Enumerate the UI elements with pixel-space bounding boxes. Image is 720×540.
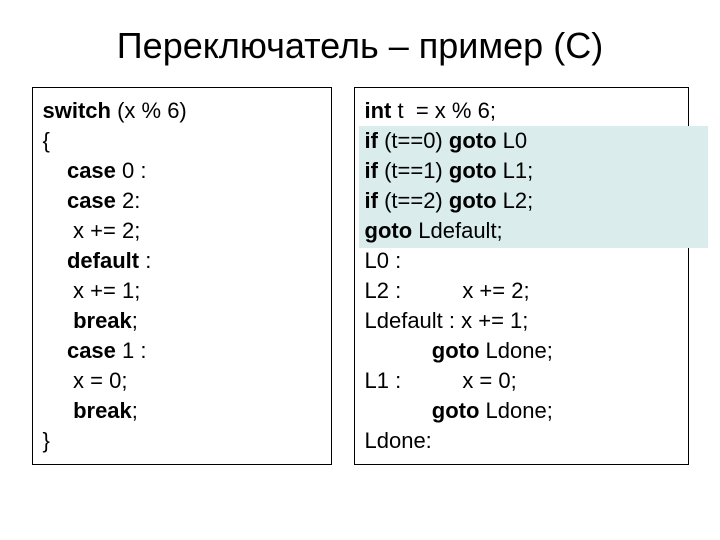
code-line: break;: [43, 306, 321, 336]
code-line: switch (x % 6): [43, 96, 321, 126]
code-line: if (t==1) goto L1;: [365, 156, 678, 186]
code-text: Ldone;: [479, 338, 552, 363]
code-indent: [43, 248, 67, 273]
code-text: (t==2): [378, 188, 449, 213]
code-text: 2:: [116, 188, 140, 213]
code-line: case 0 :: [43, 156, 321, 186]
code-box-source: switch (x % 6) { case 0 : case 2: x += 2…: [32, 87, 332, 465]
code-line: if (t==0) goto L0: [365, 126, 678, 156]
code-line: L0 :: [365, 246, 678, 276]
code-text: 0 :: [116, 158, 147, 183]
code-line: Ldone:: [365, 426, 678, 456]
keyword-goto: goto: [365, 218, 413, 243]
code-text: (t==1): [378, 158, 449, 183]
keyword-goto: goto: [449, 188, 497, 213]
code-text: L2;: [497, 188, 534, 213]
code-line: x += 1;: [43, 276, 321, 306]
keyword-switch: switch: [43, 98, 111, 123]
code-line: case 1 :: [43, 336, 321, 366]
code-line: if (t==2) goto L2;: [365, 186, 678, 216]
code-text: L1;: [497, 158, 534, 183]
keyword-case: case: [67, 158, 116, 183]
code-line: int t = x % 6;: [365, 96, 678, 126]
code-line: case 2:: [43, 186, 321, 216]
code-line: {: [43, 126, 321, 156]
keyword-break: break: [73, 398, 132, 423]
code-text: (x % 6): [111, 98, 187, 123]
code-text: 1 :: [116, 338, 147, 363]
code-indent: [43, 188, 67, 213]
code-line: }: [43, 426, 321, 456]
code-indent: [365, 398, 432, 423]
code-line: goto Ldefault;: [365, 216, 678, 246]
code-indent: [43, 308, 74, 333]
code-content: int t = x % 6; if (t==0) goto L0 if (t==…: [365, 96, 678, 456]
code-line: default :: [43, 246, 321, 276]
keyword-break: break: [73, 308, 132, 333]
code-text: Ldone;: [479, 398, 552, 423]
code-text: :: [139, 248, 151, 273]
code-line: goto Ldone;: [365, 336, 678, 366]
keyword-if: if: [365, 158, 378, 183]
keyword-if: if: [365, 128, 378, 153]
keyword-goto: goto: [449, 158, 497, 183]
code-indent: [43, 398, 74, 423]
code-box-translated: int t = x % 6; if (t==0) goto L0 if (t==…: [354, 87, 689, 465]
keyword-int: int: [365, 98, 392, 123]
code-text: ;: [132, 398, 138, 423]
keyword-goto: goto: [432, 398, 480, 423]
code-indent: [365, 338, 432, 363]
keyword-goto: goto: [432, 338, 480, 363]
columns: switch (x % 6) { case 0 : case 2: x += 2…: [30, 87, 690, 465]
code-text: (t==0): [378, 128, 449, 153]
code-line: Ldefault : x += 1;: [365, 306, 678, 336]
code-text: t = x % 6;: [391, 98, 496, 123]
page-title: Переключатель – пример (C): [30, 25, 690, 67]
code-text: ;: [132, 308, 138, 333]
code-line: break;: [43, 396, 321, 426]
keyword-case: case: [67, 188, 116, 213]
keyword-case: case: [67, 338, 116, 363]
slide: Переключатель – пример (C) switch (x % 6…: [0, 0, 720, 540]
keyword-goto: goto: [449, 128, 497, 153]
keyword-if: if: [365, 188, 378, 213]
code-line: L2 : x += 2;: [365, 276, 678, 306]
code-line: goto Ldone;: [365, 396, 678, 426]
code-line: x = 0;: [43, 366, 321, 396]
code-text: L0: [497, 128, 528, 153]
code-line: x += 2;: [43, 216, 321, 246]
keyword-default: default: [67, 248, 139, 273]
code-indent: [43, 338, 67, 363]
code-text: Ldefault;: [412, 218, 503, 243]
code-line: L1 : x = 0;: [365, 366, 678, 396]
code-indent: [43, 158, 67, 183]
